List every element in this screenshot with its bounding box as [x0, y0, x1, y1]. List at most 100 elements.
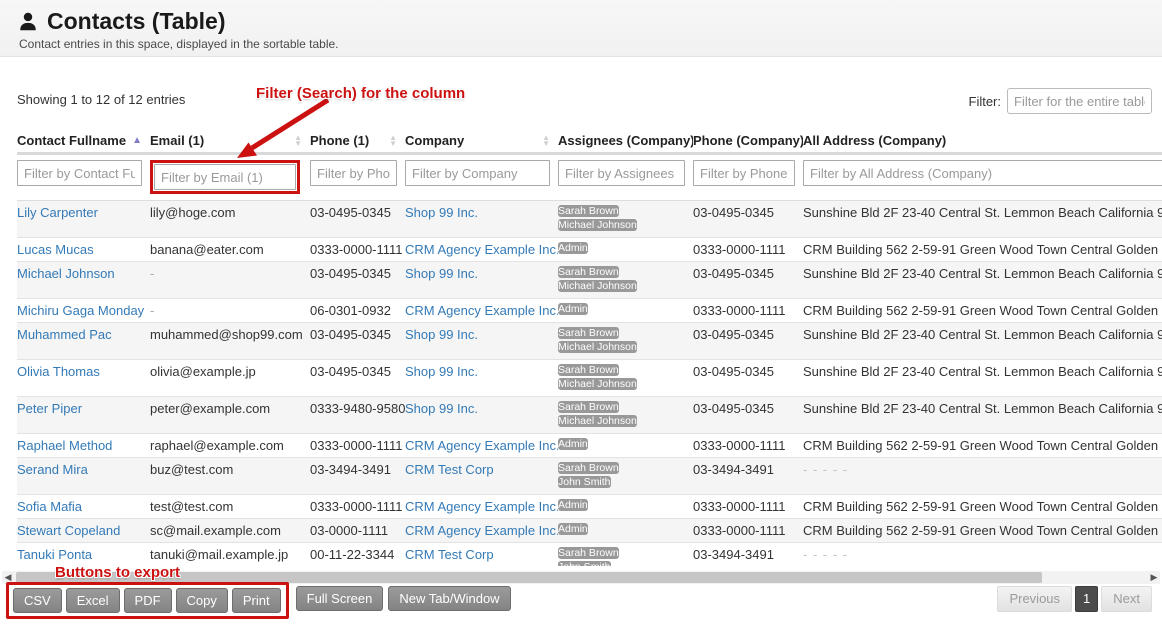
- global-filter-label: Filter:: [969, 94, 1002, 109]
- contact-link[interactable]: Sofia Mafia: [17, 499, 82, 514]
- entries-info: Showing 1 to 12 of 12 entries: [17, 92, 185, 107]
- filter-input-contact-fullname[interactable]: [17, 160, 142, 186]
- contact-link[interactable]: Olivia Thomas: [17, 364, 100, 379]
- cell-assignees: Sarah BrownMichael Johnson: [558, 360, 693, 397]
- global-filter: Filter:: [969, 88, 1153, 114]
- new-tab-window-button[interactable]: New Tab/Window: [388, 586, 510, 611]
- cell-company: CRM Test Corp: [405, 543, 558, 567]
- company-link[interactable]: Shop 99 Inc.: [405, 364, 478, 379]
- cell-assignees: Admin: [558, 299, 693, 323]
- cell-phone: 0333-0000-1111: [310, 434, 405, 458]
- assignee-badge: Admin: [558, 242, 588, 254]
- cell-assignees: Sarah Brown Michael Johnson: [558, 262, 693, 299]
- contacts-table-page: Contacts (Table) Contact entries in this…: [0, 0, 1162, 624]
- column-label: Assignees (Company): [558, 133, 693, 148]
- print-button[interactable]: Print: [232, 588, 281, 613]
- page-number-button[interactable]: 1: [1075, 586, 1098, 612]
- filter-input-email-1[interactable]: [154, 164, 296, 190]
- contact-link[interactable]: Stewart Copeland: [17, 523, 120, 538]
- cell-phone: 0333-9480-9580: [310, 397, 405, 434]
- filter-cell-assignees-company: [558, 154, 693, 201]
- cell-all-address: CRM Building 562 2-59-91 Green Wood Town…: [803, 495, 1162, 519]
- contacts-icon: [17, 11, 39, 33]
- company-link[interactable]: CRM Test Corp: [405, 547, 494, 562]
- contact-link[interactable]: Michael Johnson: [17, 266, 115, 281]
- cell-company: CRM Test Corp: [405, 458, 558, 495]
- company-link[interactable]: CRM Agency Example Inc.: [405, 523, 558, 538]
- cell-company: Shop 99 Inc.: [405, 201, 558, 238]
- annotation-column-filter: Filter (Search) for the column: [256, 85, 465, 102]
- column-filter-row: [17, 154, 1162, 201]
- cell-phone: 00-11-22-3344: [310, 543, 405, 567]
- full-screen-button[interactable]: Full Screen: [296, 586, 384, 611]
- company-link[interactable]: Shop 99 Inc.: [405, 327, 478, 342]
- next-page-button[interactable]: Next: [1101, 586, 1152, 612]
- contacts-table-wrap: Contact Fullname▲Email (1)▲▼Phone (1)▲▼C…: [17, 130, 1162, 566]
- assignee-badge: Sarah Brown: [558, 327, 619, 339]
- company-link[interactable]: CRM Agency Example Inc.: [405, 499, 558, 514]
- company-link[interactable]: CRM Agency Example Inc.: [405, 438, 558, 453]
- cell-company-phone: 0333-0000-1111: [693, 495, 803, 519]
- cell-email: lily@hoge.com: [150, 201, 310, 238]
- filter-cell-contact-fullname: [17, 154, 150, 201]
- cell-contact-fullname: Michael Johnson: [17, 262, 150, 299]
- company-link[interactable]: CRM Agency Example Inc.: [405, 303, 558, 318]
- assignee-badge: Admin: [558, 303, 588, 315]
- excel-button[interactable]: Excel: [66, 588, 120, 613]
- cell-email: -: [150, 299, 310, 323]
- cell-assignees: Admin: [558, 495, 693, 519]
- column-header-company[interactable]: Company ▲▼: [405, 130, 558, 154]
- assignee-badge: Michael Johnson: [558, 280, 637, 292]
- contact-link[interactable]: Muhammed Pac: [17, 327, 112, 342]
- contact-link[interactable]: Michiru Gaga Monday: [17, 303, 144, 318]
- sort-both-icon: ▲▼: [542, 135, 550, 147]
- assignee-badge: Sarah Brown: [558, 266, 619, 278]
- csv-button[interactable]: CSV: [13, 588, 62, 613]
- table-header-row: Contact Fullname▲Email (1)▲▼Phone (1)▲▼C…: [17, 130, 1162, 154]
- annotation-export-buttons: Buttons to export: [55, 564, 180, 581]
- table-row: Raphael Methodraphael@example.com0333-00…: [17, 434, 1162, 458]
- cell-assignees: Admin: [558, 434, 693, 458]
- company-link[interactable]: CRM Agency Example Inc.: [405, 242, 558, 257]
- cell-contact-fullname: Lily Carpenter: [17, 201, 150, 238]
- contact-link[interactable]: Lily Carpenter: [17, 205, 98, 220]
- contact-link[interactable]: Raphael Method: [17, 438, 112, 453]
- column-header-assignees-company[interactable]: Assignees (Company): [558, 130, 693, 154]
- cell-email: tanuki@mail.example.jp: [150, 543, 310, 567]
- filter-input-all-address-company[interactable]: [803, 160, 1162, 186]
- table-row: Serand Mirabuz@test.com03-3494-3491CRM T…: [17, 458, 1162, 495]
- filter-input-company[interactable]: [405, 160, 550, 186]
- cell-all-address: CRM Building 562 2-59-91 Green Wood Town…: [803, 238, 1162, 262]
- company-link[interactable]: Shop 99 Inc.: [405, 401, 478, 416]
- cell-company: CRM Agency Example Inc.: [405, 434, 558, 458]
- contact-link[interactable]: Peter Piper: [17, 401, 82, 416]
- filter-input-phone-company[interactable]: [693, 160, 795, 186]
- cell-all-address: CRM Building 562 2-59-91 Green Wood Town…: [803, 434, 1162, 458]
- column-header-all-address-company[interactable]: All Address (Company): [803, 130, 1162, 154]
- previous-page-button[interactable]: Previous: [997, 586, 1072, 612]
- cell-company-phone: 03-0495-0345: [693, 201, 803, 238]
- assignee-badge: Admin: [558, 438, 588, 450]
- assignee-badge: Sarah Brown: [558, 205, 619, 217]
- table-footer: CSVExcelPDFCopyPrint Full ScreenNew Tab/…: [6, 582, 1156, 618]
- table-row: Sofia Mafiatest@test.com0333-0000-1111CR…: [17, 495, 1162, 519]
- assignee-badge: Sarah Brown: [558, 547, 619, 559]
- table-row: Lily Carpenter lily@hoge.com 03-0495-0345 S…: [17, 201, 1162, 238]
- company-link[interactable]: Shop 99 Inc.: [405, 266, 478, 281]
- page-subtitle: Contact entries in this space, displayed…: [19, 37, 1162, 51]
- copy-button[interactable]: Copy: [176, 588, 228, 613]
- cell-company-phone: 0333-0000-1111: [693, 299, 803, 323]
- company-link[interactable]: CRM Test Corp: [405, 462, 494, 477]
- column-header-phone-company[interactable]: Phone (Company): [693, 130, 803, 154]
- contact-link[interactable]: Lucas Mucas: [17, 242, 94, 257]
- cell-phone: 03-0000-1111: [310, 519, 405, 543]
- column-label: Company: [405, 133, 464, 148]
- global-filter-input[interactable]: [1007, 88, 1152, 114]
- filter-input-assignees-company[interactable]: [558, 160, 685, 186]
- pdf-button[interactable]: PDF: [124, 588, 172, 613]
- cell-contact-fullname: Lucas Mucas: [17, 238, 150, 262]
- company-link[interactable]: Shop 99 Inc.: [405, 205, 478, 220]
- contact-link[interactable]: Tanuki Ponta: [17, 547, 92, 562]
- contact-link[interactable]: Serand Mira: [17, 462, 88, 477]
- column-header-contact-fullname[interactable]: Contact Fullname▲: [17, 130, 150, 154]
